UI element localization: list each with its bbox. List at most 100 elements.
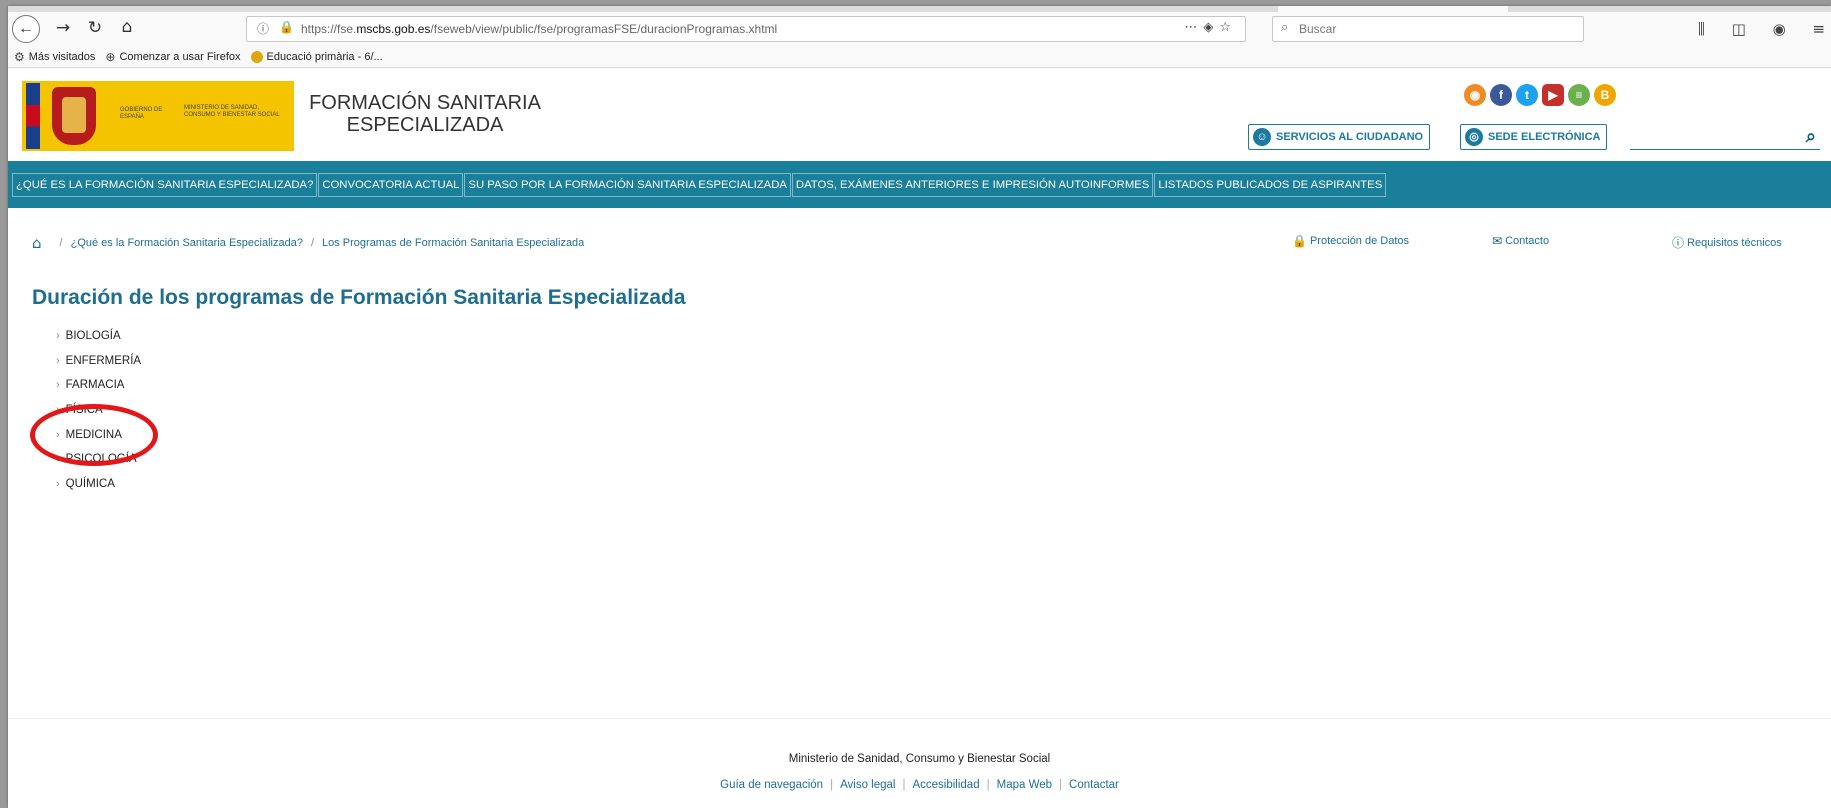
services-citizen-button[interactable]: ☺ SERVICIOS AL CIUDADANO bbox=[1248, 124, 1431, 150]
footer-link-legal[interactable]: Aviso legal bbox=[840, 779, 895, 791]
footer-separator: | bbox=[830, 779, 834, 791]
breadcrumb-item[interactable]: Los Programas de Formación Sanitaria Esp… bbox=[322, 237, 584, 249]
bookmark-getting-started[interactable]: ⊕ Comenzar a usar Firefox bbox=[105, 50, 240, 64]
services-label: SERVICIOS AL CIUDADANO bbox=[1276, 131, 1424, 143]
footer-organization: Ministerio de Sanidad, Consumo y Bienest… bbox=[788, 753, 1051, 765]
nav-item-listados[interactable]: Listados publicados de aspirantes bbox=[1154, 172, 1387, 197]
page-title: Duración de los programas de Formación S… bbox=[32, 286, 686, 309]
site-title[interactable]: FORMACIÓN SANITARIA ESPECIALIZADA bbox=[300, 92, 550, 136]
home-button[interactable]: ⌂ bbox=[112, 17, 142, 37]
footer-link-accessibility[interactable]: Accesibilidad bbox=[912, 779, 979, 791]
breadcrumb-separator: / bbox=[59, 237, 63, 249]
contact-label: Contacto bbox=[1505, 235, 1550, 247]
bookmark-label: Comenzar a usar Firefox bbox=[119, 50, 241, 63]
site-search-input[interactable]: ⌕ bbox=[1630, 124, 1820, 150]
url-path: /fseweb/view/public/fse/programasFSE/dur… bbox=[430, 22, 778, 36]
footer: Ministerio de Sanidad, Consumo y Bienest… bbox=[8, 718, 1831, 808]
citizen-icon: ☺ bbox=[1253, 128, 1271, 146]
footer-link-sitemap[interactable]: Mapa Web bbox=[997, 779, 1052, 791]
technical-requirements-link[interactable]: ⓘ Requisitos técnicos bbox=[1672, 234, 1782, 251]
pocket-icon[interactable]: ◈ bbox=[1203, 20, 1219, 35]
browser-search-bar[interactable]: ⌕ Buscar bbox=[1272, 16, 1584, 42]
browser-right-tools: ⫼ ◫ ◉ ≡ bbox=[1698, 20, 1831, 38]
sede-label: SEDE ELECTRÓNICA bbox=[1488, 131, 1601, 143]
privacy-label: Protección de Datos bbox=[1309, 235, 1410, 247]
nav-item-su-paso[interactable]: Su paso por la Formación Sanitaria Espec… bbox=[464, 172, 791, 197]
url-prefix: https://fse. bbox=[301, 22, 357, 36]
chevron-right-icon: › bbox=[56, 330, 60, 343]
library-icon[interactable]: ⫼ bbox=[1698, 20, 1705, 38]
eu-flag-stripe bbox=[26, 83, 40, 149]
more-actions-icon[interactable]: ⋯ bbox=[1184, 20, 1203, 35]
lock-icon[interactable]: 🔒 bbox=[279, 20, 294, 34]
chevron-right-icon: › bbox=[56, 354, 60, 367]
footer-link-guide[interactable]: Guía de navegación bbox=[720, 779, 823, 791]
facebook-icon[interactable]: f bbox=[1490, 84, 1512, 106]
twitter-icon[interactable]: t bbox=[1516, 84, 1538, 106]
nav-item-que-es[interactable]: ¿Qué es la Formación Sanitaria Especiali… bbox=[12, 172, 318, 197]
specialty-item-quimica[interactable]: › QUÍMICA bbox=[56, 472, 141, 497]
bookmark-most-visited[interactable]: ⚙ Más visitados bbox=[14, 50, 95, 64]
electronic-office-button[interactable]: ◎ SEDE ELECTRÓNICA bbox=[1460, 124, 1608, 150]
highlight-circle-annotation bbox=[30, 404, 158, 466]
nav-item-convocatoria[interactable]: Convocatoria actual bbox=[318, 172, 464, 197]
footer-separator: | bbox=[986, 779, 990, 791]
sidebar-icon[interactable]: ◫ bbox=[1732, 20, 1746, 38]
site-icon bbox=[250, 50, 263, 63]
breadcrumb-item[interactable]: ¿Qué es la Formación Sanitaria Especiali… bbox=[71, 237, 303, 249]
forward-button[interactable]: → bbox=[48, 18, 78, 38]
rss-icon[interactable]: ◉ bbox=[1464, 84, 1486, 106]
url-actions: ⋯◈☆ bbox=[1184, 20, 1237, 35]
footer-separator: | bbox=[902, 779, 906, 791]
sede-icon: ◎ bbox=[1465, 128, 1483, 146]
requirements-label: Requisitos técnicos bbox=[1687, 236, 1782, 249]
url-text[interactable]: https://fse.mscbs.gob.es/fseweb/view/pub… bbox=[301, 22, 777, 36]
search-icon: ⌕ bbox=[1281, 20, 1289, 35]
firefox-icon: ⊕ bbox=[105, 49, 116, 64]
gear-icon: ⚙ bbox=[14, 49, 25, 64]
youtube-icon[interactable]: ▶ bbox=[1542, 84, 1564, 106]
chevron-right-icon: › bbox=[56, 477, 60, 490]
footer-link-contact[interactable]: Contactar bbox=[1069, 779, 1119, 791]
specialty-label: FARMACIA bbox=[65, 379, 125, 392]
privacy-link[interactable]: 🔒 Protección de Datos bbox=[1292, 234, 1409, 248]
browser-window: ← → ↻ ⌂ ⓘ 🔒 https://fse.mscbs.gob.es/fse… bbox=[8, 6, 1831, 808]
info-icon[interactable]: ⓘ bbox=[257, 20, 269, 37]
ministry-text: MINISTERIO DE SANIDAD, CONSUMO Y BIENEST… bbox=[184, 105, 280, 118]
search-icon[interactable]: ⌕ bbox=[1806, 126, 1816, 147]
nav-item-datos-examenes[interactable]: Datos, exámenes anteriores e impresión a… bbox=[791, 172, 1154, 197]
list-icon[interactable]: ≡ bbox=[1568, 84, 1590, 106]
footer-separator: | bbox=[1059, 779, 1063, 791]
menu-icon[interactable]: ≡ bbox=[1813, 20, 1826, 38]
blog-icon[interactable]: B bbox=[1594, 84, 1616, 106]
home-icon[interactable]: ⌂ bbox=[32, 234, 42, 252]
account-icon[interactable]: ◉ bbox=[1773, 20, 1786, 38]
bookmark-label: Más visitados bbox=[28, 50, 96, 63]
info-icon: ⓘ bbox=[1672, 236, 1685, 250]
back-button[interactable]: ← bbox=[12, 15, 40, 43]
bookmark-star-icon[interactable]: ☆ bbox=[1219, 20, 1237, 35]
site-header: GOBIERNO DE ESPAÑA MINISTERIO DE SANIDAD… bbox=[8, 68, 1831, 168]
government-logo[interactable]: GOBIERNO DE ESPAÑA MINISTERIO DE SANIDAD… bbox=[22, 81, 294, 151]
footer-links: Guía de navegación | Aviso legal | Accesibil… bbox=[8, 779, 1831, 791]
specialty-label: QUÍMICA bbox=[65, 477, 115, 490]
specialty-item-biologia[interactable]: › BIOLOGÍA bbox=[56, 324, 141, 349]
bookmarks-toolbar: ⚙ Más visitados ⊕ Comenzar a usar Firefox … bbox=[8, 46, 1831, 68]
specialty-label: ENFERMERÍA bbox=[65, 354, 142, 367]
browser-toolbar: ← → ↻ ⌂ ⓘ 🔒 https://fse.mscbs.gob.es/fse… bbox=[8, 12, 1831, 46]
contact-link[interactable]: ✉ Contacto bbox=[1492, 234, 1549, 248]
specialty-item-farmacia[interactable]: › FARMACIA bbox=[56, 373, 141, 398]
breadcrumb: ⌂ / ¿Qué es la Formación Sanitaria Espec… bbox=[32, 234, 584, 252]
breadcrumb-separator: / bbox=[310, 237, 314, 249]
specialty-item-enfermeria[interactable]: › ENFERMERÍA bbox=[56, 349, 141, 374]
gov-text: GOBIERNO DE ESPAÑA bbox=[120, 107, 163, 120]
bookmark-label: Educació primària - 6/... bbox=[266, 50, 383, 63]
social-links: ◉ f t ▶ ≡ B bbox=[1464, 84, 1620, 106]
back-arrow-icon: ← bbox=[18, 20, 34, 37]
chevron-right-icon: › bbox=[56, 379, 60, 392]
bookmark-educacio[interactable]: Educació primària - 6/... bbox=[250, 50, 383, 63]
reload-button[interactable]: ↻ bbox=[80, 18, 110, 38]
url-bar[interactable]: ⓘ 🔒 https://fse.mscbs.gob.es/fseweb/view… bbox=[246, 16, 1246, 42]
browser-search-placeholder: Buscar bbox=[1299, 22, 1337, 36]
url-domain: mscbs.gob.es bbox=[356, 22, 431, 36]
